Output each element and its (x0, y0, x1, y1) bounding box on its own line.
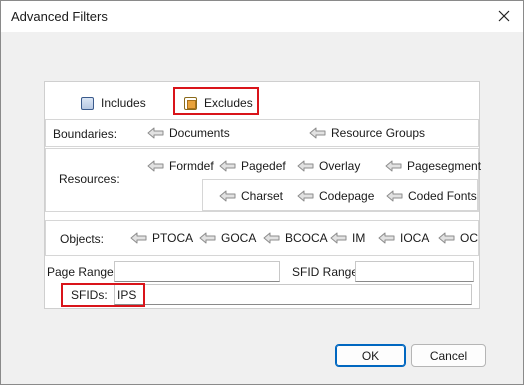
resource-charset[interactable]: Charset (219, 189, 283, 203)
object-bcoca[interactable]: BCOCA (263, 231, 328, 245)
boundary-documents-label: Documents (169, 126, 230, 140)
left-arrow-icon (386, 190, 404, 202)
object-goca[interactable]: GOCA (199, 231, 256, 245)
left-arrow-icon (330, 232, 348, 244)
boundary-resource-groups-label: Resource Groups (331, 126, 426, 140)
window-title: Advanced Filters (11, 9, 108, 24)
resource-pagedef-label: Pagedef (241, 159, 286, 173)
object-ptoca[interactable]: PTOCA (130, 231, 193, 245)
resource-pagesegment-label: Pagesegment (407, 159, 482, 173)
objects-label: Objects: (60, 232, 105, 246)
boundaries-label: Boundaries: (53, 127, 118, 141)
resources-label: Resources: (59, 172, 120, 186)
left-arrow-icon (219, 190, 237, 202)
left-arrow-icon (147, 160, 165, 172)
left-arrow-icon (263, 232, 281, 244)
boundaries-section: Boundaries: Documents Resource Groups (45, 119, 479, 147)
filter-panel: Includes Excludes Boundaries: Documents … (44, 81, 481, 309)
left-arrow-icon (130, 232, 148, 244)
left-arrow-icon (378, 232, 396, 244)
resource-overlay[interactable]: Overlay (297, 159, 360, 173)
sfids-input-box[interactable] (114, 284, 472, 305)
close-icon (498, 10, 510, 22)
resource-codepage[interactable]: Codepage (297, 189, 374, 203)
resource-formdef[interactable]: Formdef (147, 159, 214, 173)
includes-label: Includes (101, 96, 146, 110)
resources-row2: Charset Codepage Coded Fonts (202, 179, 478, 211)
object-oc[interactable]: OC (438, 231, 478, 245)
object-ioca[interactable]: IOCA (378, 231, 429, 245)
left-arrow-icon (297, 160, 315, 172)
excludes-toggle[interactable]: Excludes (184, 96, 253, 110)
page-range-input[interactable] (114, 261, 280, 282)
sfid-range-input[interactable] (355, 261, 474, 282)
page-range-label: Page Range: (47, 265, 118, 279)
left-arrow-icon (297, 190, 315, 202)
boundary-documents[interactable]: Documents (147, 126, 230, 140)
title-bar: Advanced Filters (1, 1, 523, 32)
close-button[interactable] (489, 3, 519, 29)
cancel-button[interactable]: Cancel (411, 344, 486, 367)
resource-formdef-label: Formdef (169, 159, 214, 173)
object-ioca-label: IOCA (400, 231, 430, 245)
left-arrow-icon (385, 160, 403, 172)
left-arrow-icon (199, 232, 217, 244)
object-oc-label: OC (460, 231, 478, 245)
object-im[interactable]: IM (330, 231, 365, 245)
sfids-value: IPS (117, 288, 137, 302)
resource-coded-fonts[interactable]: Coded Fonts (386, 189, 477, 203)
objects-section: Objects: PTOCA GOCA BCOCA IM IOCA OC (45, 220, 479, 256)
sfids-label: SFIDs: (71, 288, 108, 302)
resource-pagesegment[interactable]: Pagesegment (385, 159, 481, 173)
resource-overlay-label: Overlay (319, 159, 361, 173)
resources-section: Resources: Formdef Pagedef Overlay Pages… (45, 148, 481, 212)
left-arrow-icon (219, 160, 237, 172)
resource-charset-label: Charset (241, 189, 284, 203)
object-goca-label: GOCA (221, 231, 257, 245)
sfid-range-label: SFID Range: (292, 265, 362, 279)
ok-button[interactable]: OK (335, 344, 406, 367)
left-arrow-icon (438, 232, 456, 244)
resource-pagedef[interactable]: Pagedef (219, 159, 286, 173)
resource-codepage-label: Codepage (319, 189, 375, 203)
resource-coded-fonts-label: Coded Fonts (408, 189, 477, 203)
includes-toggle[interactable]: Includes (81, 96, 146, 110)
object-im-label: IM (352, 231, 366, 245)
excludes-label: Excludes (204, 96, 253, 110)
left-arrow-icon (147, 127, 165, 139)
boundary-resource-groups[interactable]: Resource Groups (309, 126, 425, 140)
advanced-filters-dialog: Advanced Filters Includes Excludes Bound… (0, 0, 524, 385)
includes-checkbox-icon (81, 96, 94, 110)
excludes-checkbox-icon (184, 96, 197, 110)
left-arrow-icon (309, 127, 327, 139)
object-ptoca-label: PTOCA (152, 231, 194, 245)
object-bcoca-label: BCOCA (285, 231, 328, 245)
